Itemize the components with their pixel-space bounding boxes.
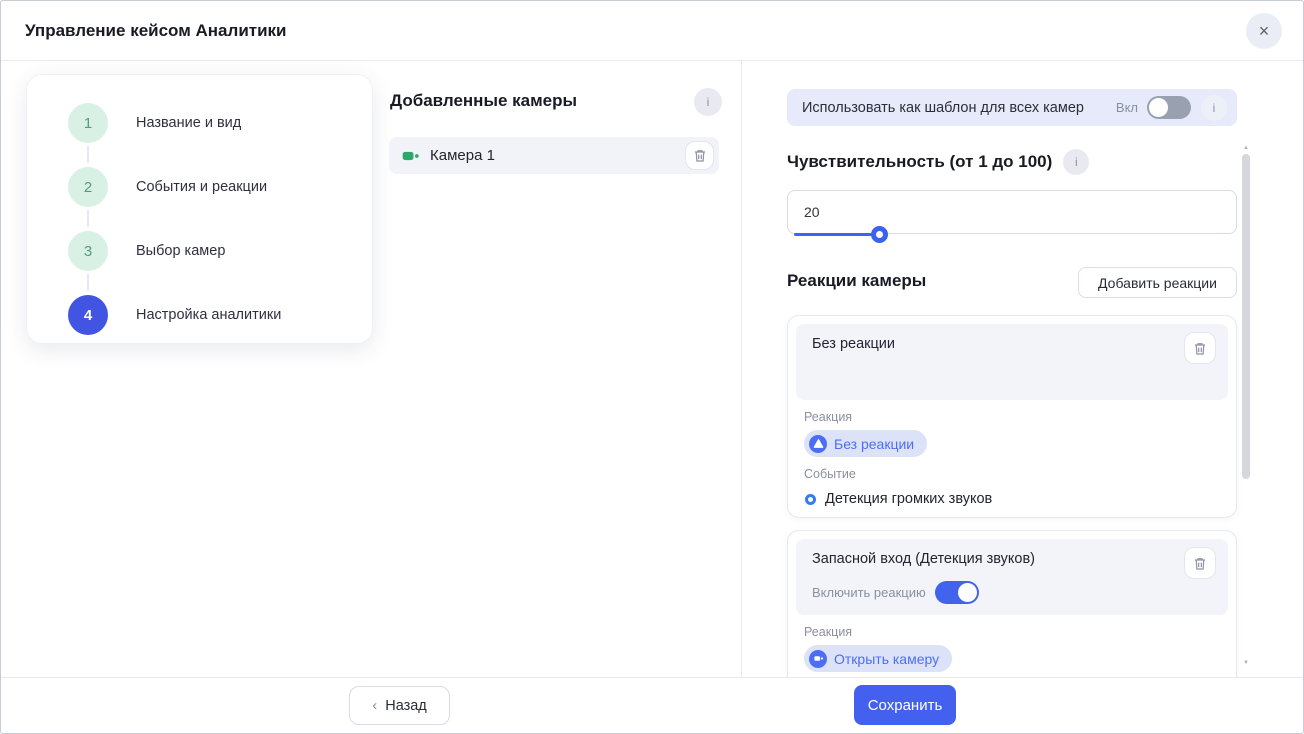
reaction-label: Реакция: [804, 625, 1228, 639]
step-label: Настройка аналитики: [136, 307, 281, 323]
stepper-card: 1 Название и вид 2 События и реакции 3 В…: [26, 74, 373, 344]
added-cameras-heading: Добавленные камеры: [390, 91, 577, 111]
reaction-card-header: Без реакции: [796, 324, 1228, 400]
template-banner: Использовать как шаблон для всех камер В…: [787, 89, 1237, 126]
reaction-card-title: Без реакции: [812, 336, 1216, 352]
step-label: Выбор камер: [136, 243, 225, 259]
panel-divider: [741, 61, 742, 677]
modal-header: Управление кейсом Аналитики ×: [1, 1, 1303, 61]
reaction-card-title: Запасной вход (Детекция звуков): [812, 551, 1216, 567]
scrollbar-thumb[interactable]: [1242, 154, 1250, 479]
camera-icon: [809, 650, 827, 668]
delete-camera-button[interactable]: [685, 141, 714, 170]
scroll-down-icon[interactable]: ▼: [1241, 659, 1251, 667]
reaction-chip-label: Без реакции: [834, 436, 914, 452]
reactions-heading: Реакции камеры: [787, 271, 926, 291]
add-reactions-button[interactable]: Добавить реакции: [1078, 267, 1237, 298]
enable-reaction-caption: Включить реакцию: [812, 585, 926, 600]
camera-list-item[interactable]: Камера 1: [389, 137, 719, 174]
info-icon: i: [707, 95, 710, 109]
step-label: Название и вид: [136, 115, 241, 131]
page-title: Управление кейсом Аналитики: [25, 21, 287, 41]
reaction-chip[interactable]: Без реакции: [804, 430, 927, 457]
stepper-step-2[interactable]: 2 События и реакции: [27, 155, 372, 219]
stepper-step-3[interactable]: 3 Выбор камер: [27, 219, 372, 283]
reaction-label: Реакция: [804, 410, 1228, 424]
save-button[interactable]: Сохранить: [854, 685, 956, 725]
step-label: События и реакции: [136, 179, 267, 195]
sensitivity-info-button[interactable]: i: [1063, 149, 1089, 175]
close-button[interactable]: ×: [1246, 13, 1282, 49]
info-icon: i: [1075, 155, 1078, 169]
step-number-badge: 1: [68, 103, 108, 143]
toggle-knob: [958, 583, 977, 602]
scroll-up-icon[interactable]: ▲: [1241, 144, 1251, 152]
enable-reaction-toggle[interactable]: [935, 581, 979, 604]
sensitivity-slider-knob[interactable]: [871, 226, 888, 243]
event-name: Детекция громких звуков: [825, 491, 992, 507]
step-number-badge: 4: [68, 295, 108, 335]
reaction-card: Без реакции Реакция Без реакции Событие …: [787, 315, 1237, 518]
video-camera-icon: [401, 146, 421, 166]
sensitivity-input[interactable]: [787, 190, 1237, 234]
sensitivity-heading: Чувствительность (от 1 до 100): [787, 152, 1052, 172]
reaction-card: Запасной вход (Детекция звуков) Включить…: [787, 530, 1237, 677]
stepper-step-4-active[interactable]: 4 Настройка аналитики: [27, 283, 372, 347]
trash-icon: [1193, 341, 1207, 356]
modal-footer: ‹ Назад Сохранить: [1, 677, 1303, 734]
back-button[interactable]: ‹ Назад: [349, 686, 450, 725]
reaction-chip[interactable]: Открыть камеру: [804, 645, 952, 672]
event-ring-icon: [805, 494, 816, 505]
trash-icon: [1193, 556, 1207, 571]
toggle-knob: [1149, 98, 1168, 117]
added-cameras-info-button[interactable]: i: [694, 88, 722, 116]
close-icon: ×: [1259, 21, 1270, 41]
step-number-badge: 2: [68, 167, 108, 207]
delete-reaction-button[interactable]: [1184, 332, 1216, 364]
step-number-badge: 3: [68, 231, 108, 271]
back-button-label: Назад: [385, 698, 427, 714]
delete-reaction-button[interactable]: [1184, 547, 1216, 579]
template-toggle-caption: Вкл: [1116, 100, 1138, 115]
template-banner-label: Использовать как шаблон для всех камер: [802, 100, 1116, 116]
template-toggle[interactable]: [1147, 96, 1191, 119]
event-label: Событие: [804, 467, 1228, 481]
info-icon: i: [1213, 101, 1216, 115]
analytics-settings-panel: Использовать как шаблон для всех камер В…: [758, 61, 1304, 677]
event-row: Детекция громких звуков: [805, 491, 1228, 507]
template-info-button[interactable]: i: [1201, 95, 1227, 121]
reaction-chip-label: Открыть камеру: [834, 651, 939, 667]
camera-name: Камера 1: [430, 147, 685, 164]
trash-icon: [693, 148, 707, 163]
manage-case-modal: Управление кейсом Аналитики × 1 Название…: [0, 0, 1304, 734]
stepper-step-1[interactable]: 1 Название и вид: [27, 91, 372, 155]
right-panel-scrollbar[interactable]: ▲ ▼: [1241, 141, 1251, 677]
chevron-left-icon: ‹: [372, 697, 377, 714]
sensitivity-slider-track[interactable]: [794, 233, 880, 236]
reaction-card-header: Запасной вход (Детекция звуков) Включить…: [796, 539, 1228, 615]
no-reaction-icon: [809, 435, 827, 453]
